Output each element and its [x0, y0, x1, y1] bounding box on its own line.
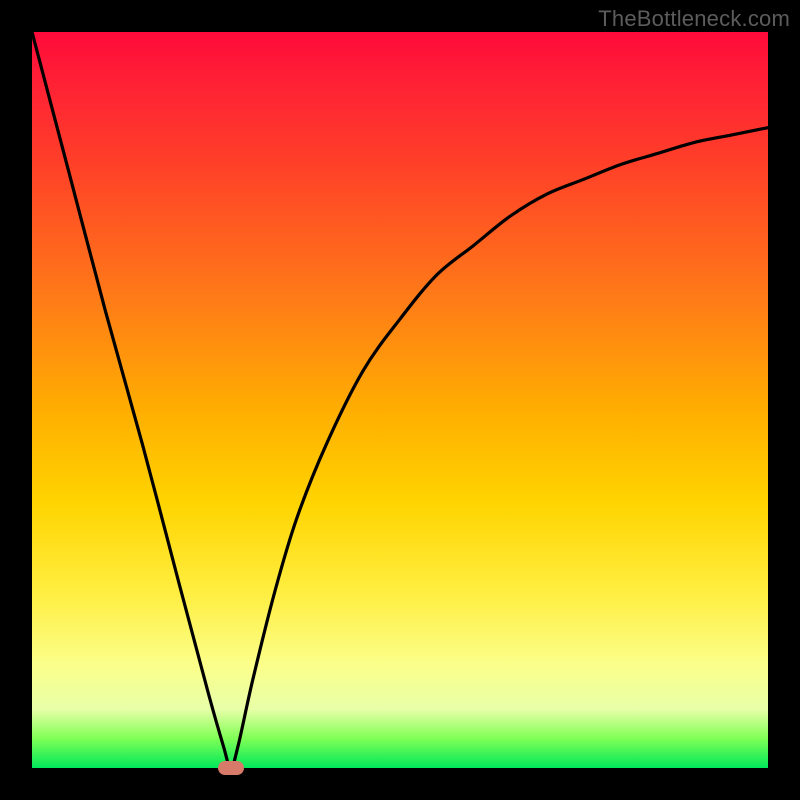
watermark-text: TheBottleneck.com: [598, 6, 790, 32]
bottleneck-curve: [32, 32, 768, 768]
chart-frame: TheBottleneck.com: [0, 0, 800, 800]
plot-area: [32, 32, 768, 768]
minimum-marker: [218, 761, 244, 775]
curve-svg: [32, 32, 768, 768]
